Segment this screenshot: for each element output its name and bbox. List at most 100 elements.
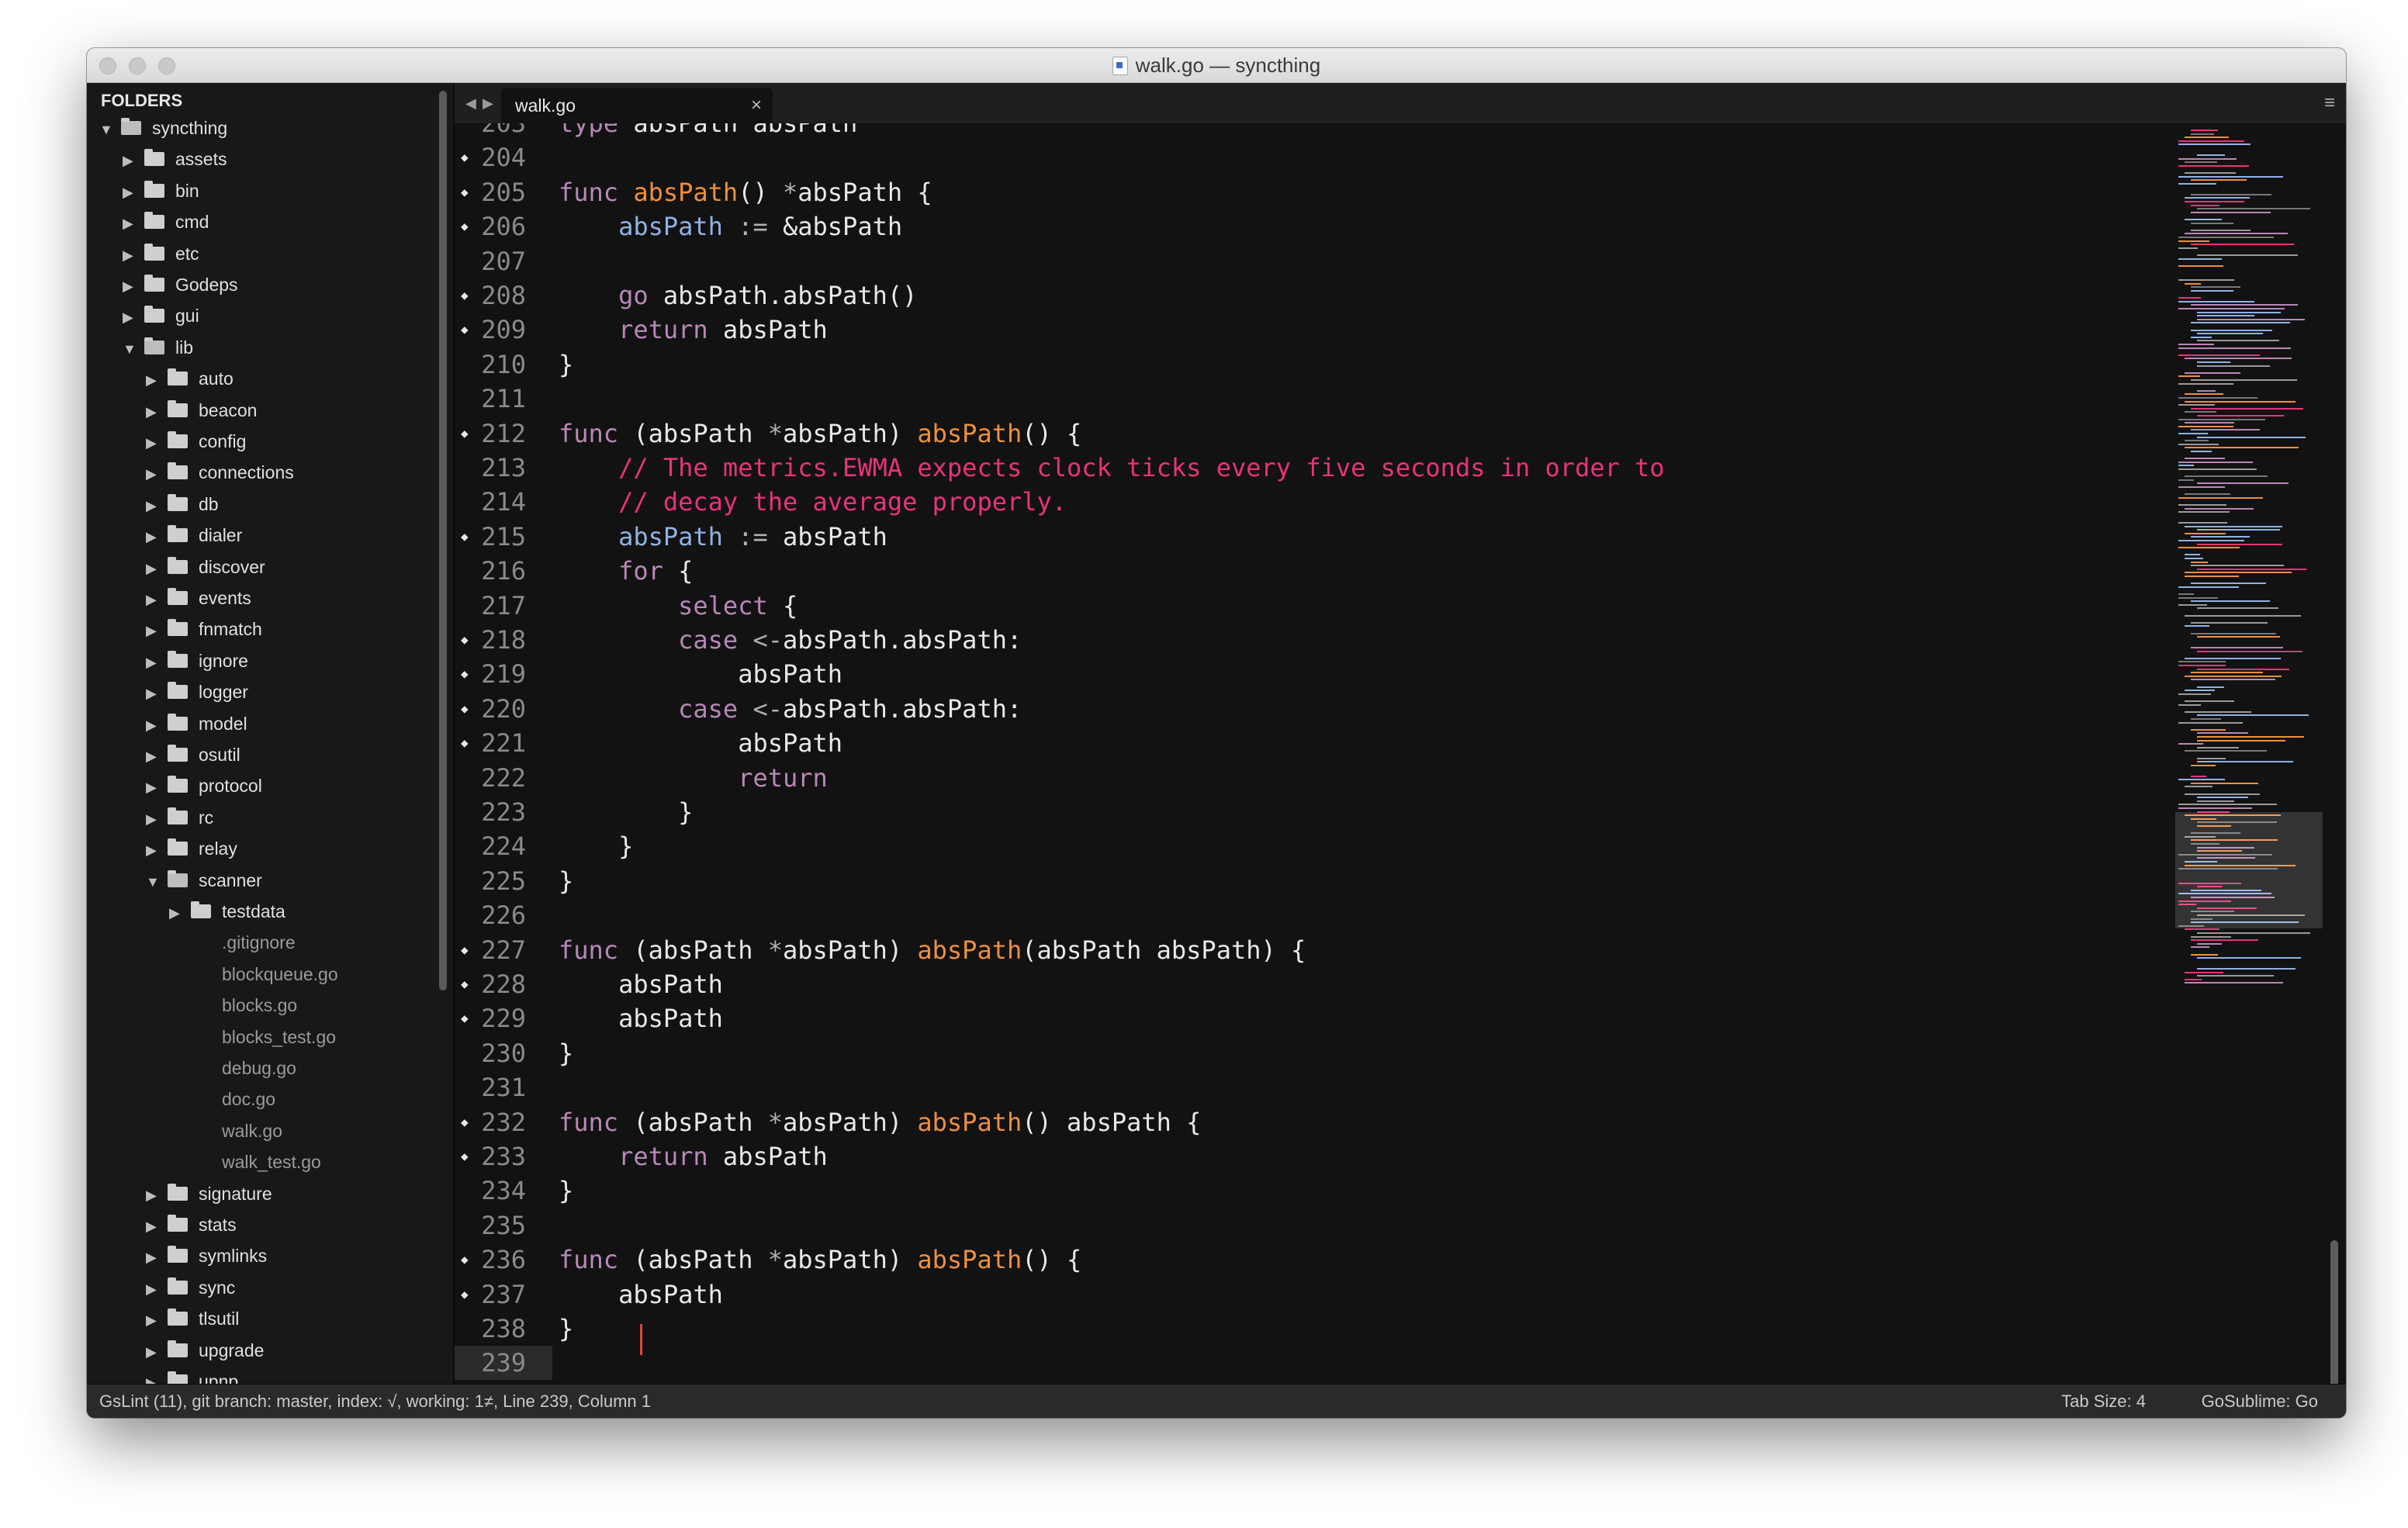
disclosure-closed-icon[interactable]: ▶	[146, 615, 168, 646]
folder-item[interactable]: ▶ signature	[146, 1178, 272, 1209]
folder-item[interactable]: ▼ lib	[123, 332, 193, 363]
gutter[interactable]: ◆ 237	[455, 1277, 552, 1312]
code-line[interactable]: ◆ 204	[455, 140, 2161, 175]
gutter[interactable]: 211	[455, 382, 552, 416]
code-line[interactable]: ◆ 232 func (absPath *absPath) absPath() ab…	[455, 1105, 2161, 1139]
code-line[interactable]: 217 select {	[455, 589, 2161, 623]
tab-forward-icon[interactable]: ▶	[483, 83, 493, 123]
code-line[interactable]: ◆ 215 absPath := absPath	[455, 520, 2161, 554]
gutter[interactable]: 224	[455, 829, 552, 863]
folder-item[interactable]: ▼ scanner	[146, 865, 262, 896]
tab-size-selector[interactable]: Tab Size: 4	[2061, 1385, 2146, 1418]
gutter[interactable]: ◆ 227	[455, 933, 552, 967]
code-line[interactable]: ◆ 221 absPath	[455, 726, 2161, 760]
gutter[interactable]: ◆ 215	[455, 520, 552, 554]
gutter[interactable]: 239	[455, 1346, 552, 1381]
code-line[interactable]: 235	[455, 1208, 2161, 1243]
folder-item[interactable]: ▶ events	[146, 583, 251, 614]
folder-item[interactable]: ▶ relay	[146, 833, 237, 864]
disclosure-closed-icon[interactable]: ▶	[123, 302, 144, 333]
code-line[interactable]: 216 for {	[455, 554, 2161, 588]
disclosure-closed-icon[interactable]: ▶	[123, 271, 144, 302]
code-line[interactable]: ◆ 227 func (absPath *absPath) absPath(absP…	[455, 933, 2161, 967]
folder-item[interactable]: ▶ dialer	[146, 520, 242, 551]
gutter[interactable]: 231	[455, 1070, 552, 1105]
gutter[interactable]: 223	[455, 795, 552, 829]
disclosure-closed-icon[interactable]: ▶	[146, 647, 168, 678]
gutter[interactable]: ◆ 204	[455, 140, 552, 175]
folder-item[interactable]: ▶ rc	[146, 802, 213, 833]
gutter[interactable]: 226	[455, 898, 552, 932]
file-item[interactable]: doc.go	[169, 1084, 275, 1115]
folder-item[interactable]: ▶ fnmatch	[146, 614, 262, 645]
disclosure-closed-icon[interactable]: ▶	[123, 177, 144, 208]
code-line[interactable]: 207	[455, 244, 2161, 278]
disclosure-open-icon[interactable]: ▼	[146, 866, 168, 897]
menu-icon[interactable]: ≡	[2324, 83, 2335, 123]
code-line[interactable]: ◆ 219 absPath	[455, 657, 2161, 691]
folder-item[interactable]: ▶ upgrade	[146, 1335, 264, 1366]
gutter[interactable]: 235	[455, 1208, 552, 1243]
gutter[interactable]: ◆ 205	[455, 175, 552, 209]
gutter[interactable]: ◆ 208	[455, 278, 552, 313]
disclosure-closed-icon[interactable]: ▶	[146, 584, 168, 615]
disclosure-closed-icon[interactable]: ▶	[146, 396, 168, 427]
gutter[interactable]: 203	[455, 123, 552, 140]
code-line[interactable]: ◆ 212 func (absPath *absPath) absPath() {	[455, 417, 2161, 451]
folder-item[interactable]: ▼ syncthing	[99, 112, 227, 143]
code-line[interactable]: 234}	[455, 1174, 2161, 1208]
gutter[interactable]: ◆ 218	[455, 623, 552, 657]
folder-item[interactable]: ▶ beacon	[146, 395, 257, 426]
disclosure-closed-icon[interactable]: ▶	[146, 427, 168, 458]
disclosure-closed-icon[interactable]: ▶	[146, 1336, 168, 1367]
disclosure-closed-icon[interactable]: ▶	[146, 835, 168, 866]
file-item[interactable]: debug.go	[169, 1053, 296, 1084]
folder-item[interactable]: ▶ connections	[146, 457, 294, 488]
gutter[interactable]: 214	[455, 485, 552, 519]
file-item[interactable]: blockqueue.go	[169, 959, 338, 990]
disclosure-closed-icon[interactable]: ▶	[146, 1180, 168, 1211]
disclosure-closed-icon[interactable]: ▶	[146, 458, 168, 489]
disclosure-closed-icon[interactable]: ▶	[146, 804, 168, 835]
gutter[interactable]: ◆ 206	[455, 209, 552, 244]
folder-item[interactable]: ▶ upnp	[146, 1366, 238, 1384]
code-editor[interactable]: 203 type absPath absPath ◆ 204 ◆ 205 func absP…	[455, 123, 2346, 1384]
folder-item[interactable]: ▶ protocol	[146, 770, 262, 801]
folder-item[interactable]: ▶ ignore	[146, 645, 248, 676]
code-line[interactable]: 239	[455, 1346, 2161, 1381]
folder-item[interactable]: ▶ config	[146, 426, 246, 457]
file-item[interactable]: .gitignore	[169, 927, 296, 958]
code-line[interactable]: ◆ 236 func (absPath *absPath) absPath() {	[455, 1243, 2161, 1277]
disclosure-closed-icon[interactable]: ▶	[123, 145, 144, 176]
disclosure-closed-icon[interactable]: ▶	[169, 897, 191, 928]
gutter[interactable]: ◆ 232	[455, 1105, 552, 1139]
gutter[interactable]: ◆ 229	[455, 1001, 552, 1035]
disclosure-closed-icon[interactable]: ▶	[146, 521, 168, 552]
code-line[interactable]: 210}	[455, 347, 2161, 382]
syntax-selector[interactable]: GoSublime: Go	[2202, 1385, 2318, 1418]
gutter[interactable]: ◆ 228	[455, 967, 552, 1001]
code-line[interactable]: ◆ 205 func absPath() *absPath {	[455, 175, 2161, 209]
minimap[interactable]	[2175, 123, 2323, 1384]
gutter[interactable]: 238	[455, 1312, 552, 1346]
folder-item[interactable]: ▶ discover	[146, 551, 265, 583]
folder-item[interactable]: ▶ symlinks	[146, 1240, 267, 1271]
folder-item[interactable]: ▶ stats	[146, 1209, 237, 1240]
disclosure-closed-icon[interactable]: ▶	[146, 553, 168, 584]
tab-back-icon[interactable]: ◀	[465, 83, 476, 123]
folder-item[interactable]: ▶ testdata	[169, 896, 285, 927]
code-line[interactable]: 230}	[455, 1036, 2161, 1070]
disclosure-closed-icon[interactable]: ▶	[146, 365, 168, 396]
gutter[interactable]: ◆ 212	[455, 417, 552, 451]
code-line[interactable]: ◆ 208 go absPath.absPath()	[455, 278, 2161, 313]
code-line[interactable]: 213 // The metrics.EWMA expects clock ti…	[455, 451, 2161, 485]
gutter[interactable]: 210	[455, 347, 552, 382]
folder-item[interactable]: ▶ model	[146, 708, 247, 739]
folder-item[interactable]: ▶ gui	[123, 300, 199, 331]
code-line[interactable]: 223 }	[455, 795, 2161, 829]
code-line[interactable]: ◆ 218 case <-absPath.absPath:	[455, 623, 2161, 657]
code-line[interactable]: ◆ 229 absPath	[455, 1001, 2161, 1035]
disclosure-closed-icon[interactable]: ▶	[146, 1274, 168, 1305]
disclosure-open-icon[interactable]: ▼	[99, 114, 121, 145]
folder-item[interactable]: ▶ Godeps	[123, 269, 238, 300]
